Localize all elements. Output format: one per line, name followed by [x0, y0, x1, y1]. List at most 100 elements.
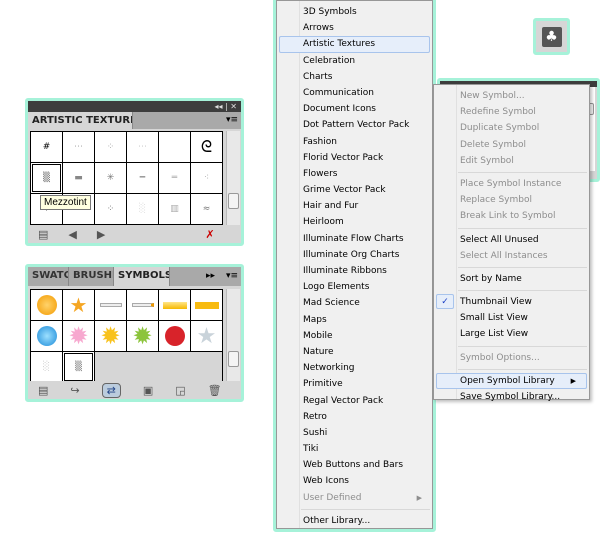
tab-brushes[interactable]: BRUSHES [69, 267, 114, 286]
menu-item-primitive[interactable]: Primitive [277, 376, 432, 392]
symbol-bar[interactable] [95, 290, 126, 320]
menu-item-large-list-view[interactable]: Large List View [434, 326, 589, 342]
expand-icon[interactable]: ▸▸ [206, 271, 215, 281]
menu-item-mad-science[interactable]: Mad Science [277, 295, 432, 311]
menu-item-celebration[interactable]: Celebration [277, 53, 432, 69]
menu-item-document-icons[interactable]: Document Icons [277, 101, 432, 117]
menu-item-select-all-unused[interactable]: Select All Unused [434, 232, 589, 248]
menu-item-artistic-textures[interactable]: Artistic Textures [279, 36, 430, 53]
menu-item-open-symbol-library[interactable]: Open Symbol Library ▶ [436, 372, 587, 389]
tab-swatches[interactable]: SWATCHES [28, 267, 69, 286]
texture-swatch[interactable]: ⁖ [191, 163, 222, 193]
tab-symbols[interactable]: SYMBOLS [114, 267, 170, 286]
symbols-collapsed-button[interactable]: ♣ [533, 18, 570, 55]
menu-item-heirloom[interactable]: Heirloom [277, 214, 432, 230]
menu-item-grime-vector-pack[interactable]: Grime Vector Pack [277, 182, 432, 198]
menu-item-other-library[interactable]: Other Library... [277, 513, 432, 529]
menu-item-mobile[interactable]: Mobile [277, 328, 432, 344]
menu-item-maps[interactable]: Maps [277, 312, 432, 328]
menu-item-communication[interactable]: Communication [277, 85, 432, 101]
menu-item-label: Save Symbol Library... [460, 392, 561, 402]
checkmark-icon: ✓ [436, 294, 454, 310]
panel-titlebar[interactable]: ◂◂ | ✕ [28, 101, 241, 112]
symbol-pink-burst[interactable]: ✹ [63, 321, 94, 351]
menu-item-label: Communication [303, 87, 374, 98]
symbol-yellow-bar[interactable] [159, 290, 190, 320]
library-menu-icon[interactable]: ▤ [38, 228, 48, 241]
texture-swatch[interactable]: ⋯ [63, 132, 94, 162]
symbol-green-burst[interactable]: ✹ [127, 321, 158, 351]
menu-item-logo-elements[interactable]: Logo Elements [277, 279, 432, 295]
texture-swatch-mezzotint[interactable]: ▒ [31, 163, 62, 193]
symbol-orange-ball[interactable] [31, 290, 62, 320]
menu-item-fashion[interactable]: Fashion [277, 134, 432, 150]
menu-item-symbol-options: Symbol Options... [434, 350, 589, 366]
scrollbar[interactable] [226, 131, 240, 225]
menu-item-web-icons[interactable]: Web Icons [277, 473, 432, 489]
menu-item-3d-symbols[interactable]: 3D Symbols [277, 4, 432, 20]
menu-item-networking[interactable]: Networking [277, 360, 432, 376]
menu-item-tiki[interactable]: Tiki [277, 441, 432, 457]
symbol-silver-star[interactable]: ★ [191, 321, 222, 351]
menu-item-flowers[interactable]: Flowers [277, 166, 432, 182]
texture-swatch[interactable]: # [31, 132, 62, 162]
menu-item-hair-and-fur[interactable]: Hair and Fur [277, 198, 432, 214]
menu-item-dot-pattern-vector-pack[interactable]: Dot Pattern Vector Pack [277, 117, 432, 133]
scroll-thumb[interactable] [228, 193, 239, 209]
texture-swatch[interactable]: ᘓ [191, 132, 222, 162]
texture-swatch[interactable]: ━ [127, 163, 158, 193]
library-menu-icon[interactable]: ▤ [38, 384, 48, 397]
collapse-icon[interactable]: ◂◂ [214, 102, 222, 111]
menu-item-illuminate-org-charts[interactable]: Illuminate Org Charts [277, 247, 432, 263]
texture-swatch[interactable]: ▥ [159, 194, 190, 224]
previous-library-icon[interactable]: ◀ [68, 228, 76, 241]
symbol-options-icon[interactable]: ▣ [143, 384, 153, 397]
menu-separator [458, 171, 587, 173]
texture-swatch[interactable]: ✳ [95, 163, 126, 193]
menu-item-thumbnail-view[interactable]: Thumbnail View ✓ [434, 294, 589, 310]
break-link-button[interactable]: ⇄ [101, 382, 121, 398]
menu-item-illuminate-ribbons[interactable]: Illuminate Ribbons [277, 263, 432, 279]
menu-item-small-list-view[interactable]: Small List View [434, 310, 589, 326]
menu-item-label: Grime Vector Pack [303, 185, 386, 196]
texture-swatch[interactable] [159, 132, 190, 162]
texture-swatch[interactable]: ⁘ [95, 132, 126, 162]
texture-swatch[interactable]: ⁘ [95, 194, 126, 224]
texture-swatch[interactable]: ═ [159, 163, 190, 193]
close-icon[interactable]: ✕ [230, 102, 237, 111]
symbol-bar[interactable] [127, 290, 158, 320]
menu-item-sort-by-name[interactable]: Sort by Name [434, 271, 589, 287]
panel-menu-icon[interactable]: ▾≡ [226, 115, 238, 125]
texture-swatch[interactable]: ≈ [191, 194, 222, 224]
symbol-mezzotint[interactable]: ▒ [63, 352, 94, 382]
menu-item-charts[interactable]: Charts [277, 69, 432, 85]
symbol-yellow-burst[interactable]: ✹ [95, 321, 126, 351]
new-symbol-icon[interactable]: ◲ [175, 384, 185, 397]
menu-item-arrows[interactable]: Arrows [277, 20, 432, 36]
menu-item-retro[interactable]: Retro [277, 409, 432, 425]
texture-swatch[interactable]: ⋯ [127, 132, 158, 162]
symbol-red-sticker[interactable] [159, 321, 190, 351]
scrollbar[interactable] [226, 289, 240, 383]
symbol-texture[interactable]: ░ [31, 352, 62, 382]
place-instance-icon[interactable]: ↪ [70, 384, 79, 397]
menu-item-nature[interactable]: Nature [277, 344, 432, 360]
panel-menu-icon[interactable]: ▾≡ [226, 271, 238, 281]
menu-item-save-symbol-library[interactable]: Save Symbol Library... [434, 389, 589, 405]
symbol-yellow-bar[interactable] [191, 290, 222, 320]
break-link-icon[interactable]: ✗ [205, 228, 214, 241]
tab-artistic-textures[interactable]: ARTISTIC TEXTURES [28, 112, 133, 129]
menu-item-illuminate-flow-charts[interactable]: Illuminate Flow Charts [277, 231, 432, 247]
menu-item-sushi[interactable]: Sushi [277, 425, 432, 441]
scroll-thumb[interactable] [228, 351, 239, 367]
symbol-blue-ball[interactable] [31, 321, 62, 351]
menu-item-web-buttons-and-bars[interactable]: Web Buttons and Bars [277, 457, 432, 473]
menu-item-label: Primitive [303, 379, 343, 390]
symbol-star[interactable]: ★ [63, 290, 94, 320]
texture-swatch[interactable]: ▬ [63, 163, 94, 193]
delete-icon[interactable]: 🗑 [208, 384, 222, 397]
menu-item-regal-vector-pack[interactable]: Regal Vector Pack [277, 393, 432, 409]
texture-swatch[interactable]: ░ [127, 194, 158, 224]
menu-item-florid-vector-pack[interactable]: Florid Vector Pack [277, 150, 432, 166]
next-library-icon[interactable]: ▶ [97, 228, 105, 241]
